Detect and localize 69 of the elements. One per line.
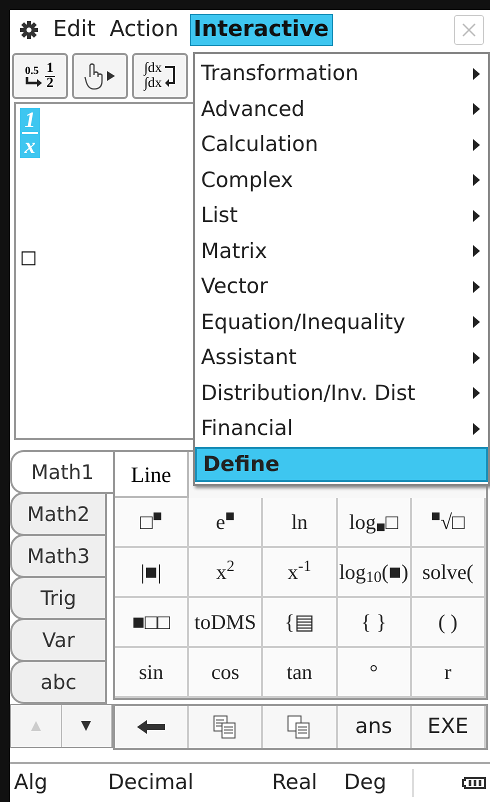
keypad-key[interactable]: toDMS	[189, 598, 264, 648]
keypad-key[interactable]: ln	[263, 498, 338, 548]
keypad-key[interactable]: ( )	[412, 598, 486, 648]
decimal-label: 0.5	[25, 66, 39, 76]
submenu-arrow-icon	[473, 210, 480, 222]
submenu-arrow-icon	[473, 352, 480, 364]
keyboard-tab[interactable]: Var	[10, 618, 107, 662]
keyboard-tab[interactable]: Math3	[10, 534, 107, 578]
submenu-arrow-icon	[473, 280, 480, 293]
status-text: Deg	[344, 769, 388, 796]
keypad-key[interactable]: x$^{-1}$	[263, 548, 338, 598]
keypad-key[interactable]: { }	[338, 598, 412, 648]
keypad-key[interactable]: e$^{■}$	[189, 498, 264, 548]
status-text: Decimal	[108, 769, 195, 796]
keypad-key[interactable]: °	[338, 648, 412, 698]
menu-item[interactable]: Action	[106, 15, 182, 45]
keyboard-tab[interactable]: Math2	[10, 492, 107, 536]
keyboard-tab[interactable]: Trig	[10, 576, 107, 620]
return-arrow-icon	[164, 63, 176, 89]
status-text: Alg	[14, 769, 49, 796]
line-key[interactable]: Line	[115, 452, 189, 498]
menu-option[interactable]: Transformation	[195, 56, 488, 92]
integral-label: ∫dx	[144, 76, 162, 91]
keypad-key[interactable]: r	[412, 648, 486, 698]
up-triangle-icon	[30, 720, 42, 732]
keypad-key[interactable]: tan	[263, 648, 338, 698]
submenu-arrow-icon	[473, 138, 480, 151]
submenu-arrow-icon	[473, 174, 480, 186]
keypad-key[interactable]: cos	[189, 648, 264, 698]
keyboard-tab[interactable]: abc	[10, 660, 107, 704]
menu-option[interactable]: Define	[195, 446, 488, 482]
gear-icon	[19, 20, 39, 40]
denominator: 2	[46, 76, 54, 90]
submenu-arrow-icon	[473, 245, 480, 258]
submenu-arrow-icon	[473, 316, 480, 328]
keypad-key[interactable]: |■|	[115, 548, 190, 598]
input-cursor[interactable]: □	[20, 244, 38, 271]
status-text: Real	[272, 769, 318, 796]
convert-button[interactable]: 0.5 1 2	[12, 53, 68, 99]
integral-button[interactable]: ∫dx ∫dx	[132, 53, 188, 99]
numerator: 1	[46, 62, 54, 76]
keypad-key[interactable]: □$^{■}$	[115, 498, 190, 548]
keypad-key[interactable]: ans	[338, 706, 412, 748]
keypad-key[interactable]: EXE	[412, 706, 486, 748]
submenu-arrow-icon	[473, 387, 480, 400]
copy-icon	[213, 715, 238, 739]
keypad-key[interactable]: solve(	[412, 548, 486, 598]
left-arrow-icon	[137, 720, 166, 734]
paste-icon	[287, 715, 312, 739]
down-triangle-icon	[80, 720, 92, 732]
keypad-key[interactable]: ■□□	[115, 598, 190, 648]
hand-button[interactable]	[72, 53, 128, 99]
submenu-arrow-icon	[473, 68, 480, 80]
integral-label: ∫dx	[144, 61, 162, 76]
keyboard-tab[interactable]: Math1	[10, 450, 113, 494]
arrow-icon	[25, 76, 43, 86]
keypad-key[interactable]: log$_{10}$(■)	[338, 548, 412, 598]
status-divider	[412, 769, 414, 797]
battery-icon	[462, 775, 486, 791]
keypad-key[interactable]: log$_{■}$□	[338, 498, 412, 548]
keypad-key[interactable]: sin	[115, 648, 190, 698]
submenu-arrow-icon	[473, 103, 480, 116]
close-icon	[461, 22, 477, 38]
submenu-arrow-icon	[473, 422, 480, 435]
menu-item[interactable]: Edit	[50, 15, 99, 45]
menu-item[interactable]: Interactive	[190, 14, 333, 46]
keypad-key[interactable]: $^{■}$√□	[412, 498, 486, 548]
keypad-key[interactable]: {▤	[263, 598, 338, 648]
keypad-key[interactable]: x$^{2}$	[189, 548, 264, 598]
